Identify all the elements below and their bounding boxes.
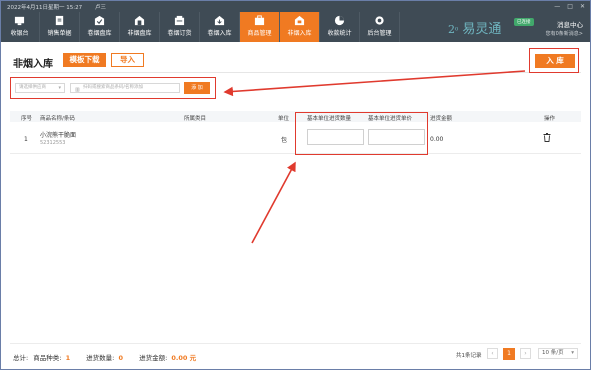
window-controls: — □ ✕: [554, 3, 585, 10]
non-tobacco-check-icon: [134, 15, 145, 26]
row-code: 52312553: [40, 140, 66, 146]
cashier-icon: [14, 16, 25, 26]
header-category: 所属类目: [184, 116, 207, 122]
nav-settings[interactable]: 后台管理: [360, 12, 400, 42]
nav-label: 商品管理: [247, 30, 272, 37]
divider: [10, 72, 581, 73]
annotation-box-inputs: [295, 112, 428, 155]
chevron-down-icon: ▾: [571, 350, 574, 356]
row-unit: 包: [281, 137, 288, 144]
row-amount: 0.00: [430, 136, 444, 143]
minimize-icon[interactable]: —: [554, 3, 560, 10]
qty-label: 进货数量:: [86, 354, 115, 362]
header-unit: 单位: [278, 116, 290, 122]
nav-product-mgmt[interactable]: 商品管理: [240, 12, 280, 42]
kinds-label: 商品种类:: [33, 354, 62, 362]
next-page-button[interactable]: ›: [520, 348, 531, 359]
tobacco-stock-icon: [214, 15, 225, 26]
message-center-link[interactable]: 消息中心: [557, 19, 583, 29]
amount-total-value: 0.00 元: [171, 354, 197, 362]
current-user: 卢三: [95, 5, 107, 11]
amount-label: 进货金额:: [139, 354, 168, 362]
nav-label: 后台管理: [367, 30, 392, 37]
nav-label: 卷烟盘库: [87, 30, 112, 37]
nav-cashier[interactable]: 收银台: [0, 12, 40, 42]
row-name: 小浣熊干脆面: [40, 132, 77, 139]
stats-icon: [334, 15, 345, 26]
nav-non-tobacco-stock[interactable]: 非烟入库: [280, 12, 320, 42]
annotation-box-search: [10, 77, 216, 99]
template-download-button[interactable]: 模板下载: [63, 53, 106, 67]
tobacco-order-icon: [174, 15, 185, 26]
nav-tobacco-order[interactable]: 卷烟订货: [160, 12, 200, 42]
product-mgmt-icon: [254, 15, 265, 26]
page-title: 非烟入库: [13, 59, 53, 70]
nav-label: 非烟入库: [287, 30, 312, 37]
new-messages-link[interactable]: 您有0条新消息>: [546, 30, 583, 37]
nav-label: 卷烟入库: [207, 30, 232, 37]
header-amount: 进货金额: [430, 116, 453, 122]
nav-label: 非烟盘库: [127, 30, 152, 37]
total-label: 总计:: [13, 354, 29, 362]
connection-badge: 已连接: [514, 18, 534, 26]
non-tobacco-stock-icon: [294, 15, 305, 26]
nav-tobacco-check[interactable]: 卷烟盘库: [80, 12, 120, 42]
main-nav: 收银台 销售单据 卷烟盘库 非烟盘库 卷烟订货 卷烟入库 商品管理 非烟入库 收…: [0, 12, 400, 42]
annotation-box-stock: [529, 48, 579, 73]
summary: 总计: 商品种类: 1 进货数量: 0 进货金额: 0.00 元: [13, 352, 196, 362]
import-button[interactable]: 导入: [111, 53, 144, 67]
close-icon[interactable]: ✕: [580, 3, 585, 10]
page-size-value: 10 条/页: [542, 350, 564, 356]
maximize-icon[interactable]: □: [567, 3, 573, 10]
brand-name: 易灵通: [462, 22, 502, 37]
prev-page-button[interactable]: ‹: [487, 348, 498, 359]
top-bar: 2022年4月11日星期一 15:27 卢三 收银台 销售单据 卷烟盘库 非烟盘…: [0, 0, 591, 42]
sales-doc-icon: [55, 15, 64, 26]
nav-label: 销售单据: [47, 30, 72, 37]
tobacco-check-icon: [94, 15, 105, 26]
kinds-value: 1: [65, 354, 71, 362]
nav-tobacco-stock[interactable]: 卷烟入库: [200, 12, 240, 42]
record-count: 共1条记录: [456, 353, 482, 359]
current-page[interactable]: 1: [503, 348, 515, 360]
datetime: 2022年4月11日星期一 15:27: [7, 5, 83, 11]
footer-divider: [10, 343, 581, 344]
header-seq: 序号: [21, 116, 33, 122]
trash-icon[interactable]: [543, 133, 551, 142]
header-action: 操作: [544, 116, 556, 122]
nav-non-tobacco-check[interactable]: 非烟盘库: [120, 12, 160, 42]
qty-total-value: 0: [118, 354, 123, 362]
nav-sales-doc[interactable]: 销售单据: [40, 12, 80, 42]
brand-logo: 2⁰ 易灵通: [448, 22, 502, 37]
page-size-select[interactable]: 10 条/页 ▾: [538, 348, 578, 359]
nav-label: 卷烟订货: [167, 30, 192, 37]
nav-stats[interactable]: 收款统计: [320, 12, 360, 42]
row-seq: 1: [24, 136, 28, 143]
header-name: 商品名称/条码: [40, 116, 75, 122]
nav-label: 收款统计: [327, 30, 352, 37]
nav-label: 收银台: [10, 30, 29, 37]
settings-icon: [375, 16, 384, 25]
